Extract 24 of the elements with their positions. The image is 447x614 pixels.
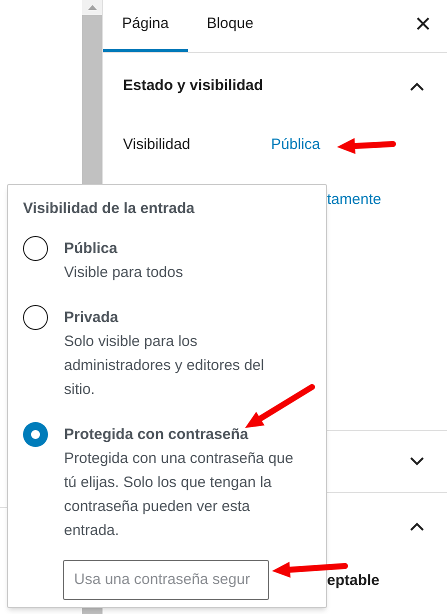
panel-title: Estado y visibilidad: [123, 76, 264, 96]
option-description: Solo visible para los administradores y editores del sitio.: [64, 332, 266, 400]
option-label[interactable]: Privada: [64, 306, 296, 330]
radio-button[interactable]: [23, 304, 48, 330]
annotation-arrow: [245, 384, 315, 428]
tab[interactable]: Bloque: [188, 0, 272, 52]
visibility-link[interactable]: Pública: [271, 134, 320, 156]
option-label[interactable]: Pública: [64, 236, 296, 260]
chevron-down-icon[interactable]: [410, 457, 424, 466]
publish-link[interactable]: tamente: [327, 188, 382, 212]
readability-status: eptable: [327, 570, 380, 591]
popover-title: Visibilidad de la entrada: [23, 199, 196, 219]
visibility-label: Visibilidad: [123, 134, 192, 155]
option-description: Visible para todos: [64, 262, 184, 282]
annotation-arrow: [337, 138, 396, 154]
radio-button[interactable]: [23, 236, 48, 260]
tab[interactable]: Página: [103, 0, 188, 52]
close-button[interactable]: ×: [399, 0, 447, 52]
chevron-up-icon[interactable]: [410, 522, 424, 530]
option-description: Protegida con una contraseña que tú elijas. Solo los que tengan la contraseña pueden ver esta entrada.: [64, 448, 294, 540]
password-field[interactable]: Usa una contraseña segur: [63, 560, 269, 600]
option-label[interactable]: Protegida con contraseña: [64, 422, 296, 446]
radio-button[interactable]: [23, 422, 48, 446]
chevron-up-icon[interactable]: [410, 82, 424, 90]
